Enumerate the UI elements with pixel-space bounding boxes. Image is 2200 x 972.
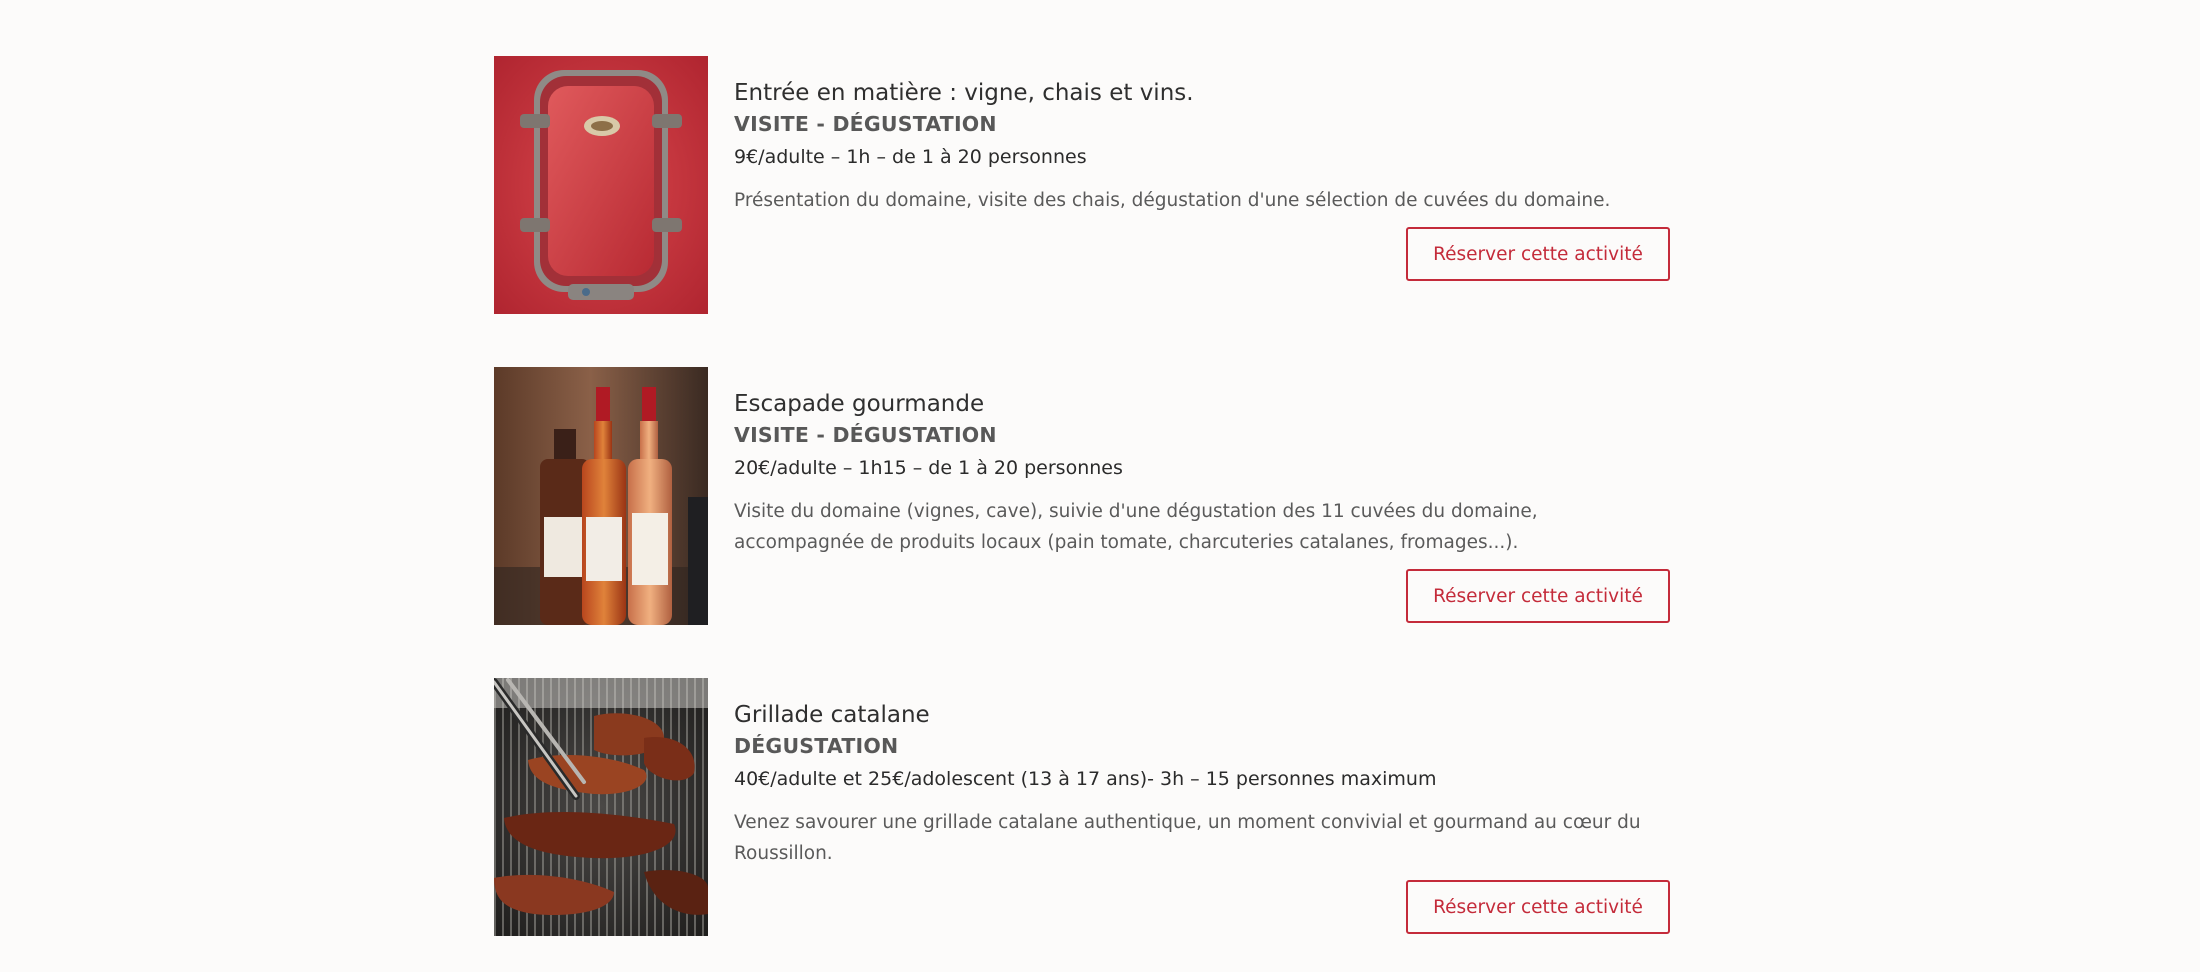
wine-bottles-photo (494, 367, 708, 625)
grill-photo (494, 678, 708, 936)
button-row: Réserver cette activité (734, 569, 1670, 623)
activity-card: Entrée en matière : vigne, chais et vins… (494, 56, 1670, 314)
activity-info: Grillade catalane DÉGUSTATION 40€/adulte… (734, 700, 1670, 934)
activity-card: Grillade catalane DÉGUSTATION 40€/adulte… (494, 678, 1670, 936)
activity-category: VISITE - DÉGUSTATION (734, 423, 997, 447)
book-activity-button[interactable]: Réserver cette activité (1406, 569, 1670, 623)
button-row: Réserver cette activité (734, 880, 1670, 934)
activity-category: VISITE - DÉGUSTATION (734, 112, 997, 136)
porthole-photo (494, 56, 708, 314)
book-activity-button[interactable]: Réserver cette activité (1406, 227, 1670, 281)
activity-title: Escapade gourmande (734, 391, 985, 417)
activity-description: Présentation du domaine, visite des chai… (734, 190, 1611, 211)
button-row: Réserver cette activité (734, 227, 1670, 281)
activity-info: Entrée en matière : vigne, chais et vins… (734, 78, 1670, 281)
activity-category: DÉGUSTATION (734, 734, 899, 758)
activity-meta: 20€/adulte – 1h15 – de 1 à 20 personnes (734, 457, 1123, 479)
activity-card: Escapade gourmande VISITE - DÉGUSTATION … (494, 367, 1670, 625)
activity-description: Venez savourer une grillade catalane aut… (734, 812, 1641, 864)
book-activity-button[interactable]: Réserver cette activité (1406, 880, 1670, 934)
activity-title: Entrée en matière : vigne, chais et vins… (734, 80, 1194, 106)
activity-meta: 40€/adulte et 25€/adolescent (13 à 17 an… (734, 768, 1437, 790)
activity-meta: 9€/adulte – 1h – de 1 à 20 personnes (734, 146, 1087, 168)
activity-list: Entrée en matière : vigne, chais et vins… (494, 56, 1670, 936)
activity-title: Grillade catalane (734, 702, 930, 728)
activity-info: Escapade gourmande VISITE - DÉGUSTATION … (734, 389, 1670, 623)
activity-description: Visite du domaine (vignes, cave), suivie… (734, 501, 1538, 553)
